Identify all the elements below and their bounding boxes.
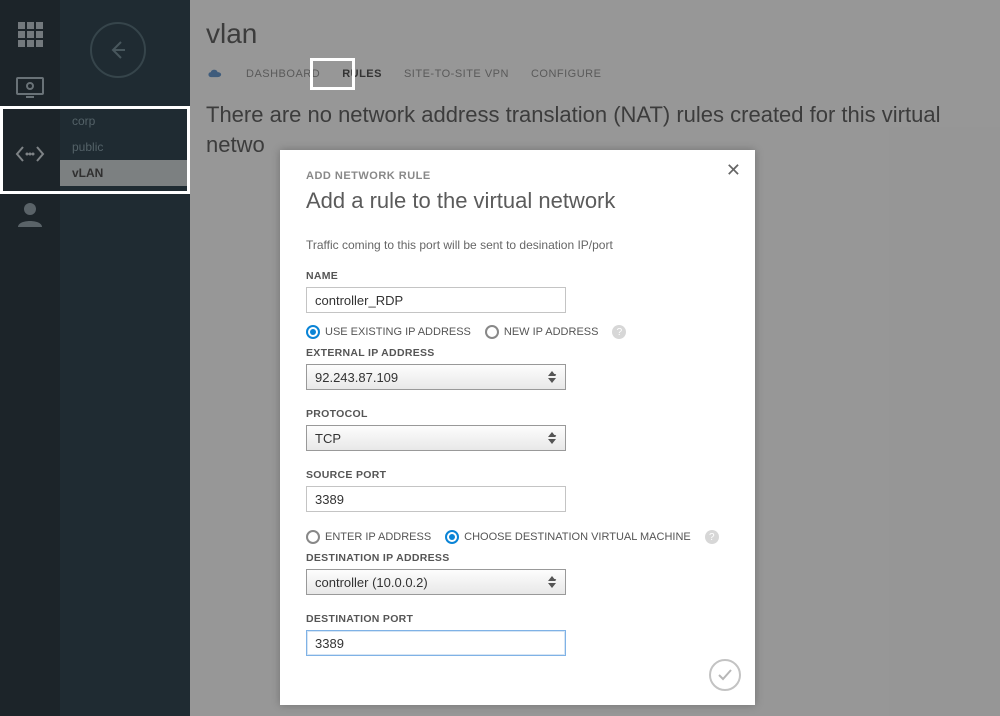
protocol-select[interactable]: TCP	[306, 425, 566, 451]
modal-description: Traffic coming to this port will be sent…	[306, 238, 729, 252]
radio-choose-vm[interactable]: CHOOSE DESTINATION VIRTUAL MACHINE	[445, 530, 691, 544]
external-ip-value: 92.243.87.109	[315, 370, 398, 385]
help-icon[interactable]: ?	[705, 530, 719, 544]
protocol-label: PROTOCOL	[306, 408, 729, 420]
external-ip-select[interactable]: 92.243.87.109	[306, 364, 566, 390]
modal-title: Add a rule to the virtual network	[306, 188, 729, 214]
destination-ip-label: DESTINATION IP ADDRESS	[306, 552, 729, 564]
name-label: NAME	[306, 270, 729, 282]
help-icon[interactable]: ?	[612, 325, 626, 339]
source-port-label: SOURCE PORT	[306, 469, 729, 481]
add-network-rule-modal: ✕ ADD NETWORK RULE Add a rule to the vir…	[280, 150, 755, 705]
radio-use-existing-ip-label: USE EXISTING IP ADDRESS	[325, 326, 471, 338]
name-input[interactable]	[306, 287, 566, 313]
source-port-input[interactable]	[306, 486, 566, 512]
protocol-value: TCP	[315, 431, 341, 446]
destination-ip-select[interactable]: controller (10.0.0.2)	[306, 569, 566, 595]
destination-port-label: DESTINATION PORT	[306, 613, 729, 625]
destination-ip-value: controller (10.0.0.2)	[315, 575, 428, 590]
radio-new-ip[interactable]: NEW IP ADDRESS	[485, 325, 599, 339]
modal-eyebrow: ADD NETWORK RULE	[306, 170, 729, 182]
close-icon[interactable]: ✕	[726, 160, 741, 181]
external-ip-label: EXTERNAL IP ADDRESS	[306, 347, 729, 359]
radio-enter-ip[interactable]: ENTER IP ADDRESS	[306, 530, 431, 544]
radio-enter-ip-label: ENTER IP ADDRESS	[325, 531, 431, 543]
confirm-button[interactable]	[709, 659, 741, 691]
radio-choose-vm-label: CHOOSE DESTINATION VIRTUAL MACHINE	[464, 531, 691, 543]
radio-new-ip-label: NEW IP ADDRESS	[504, 326, 599, 338]
radio-use-existing-ip[interactable]: USE EXISTING IP ADDRESS	[306, 325, 471, 339]
destination-port-input[interactable]	[306, 630, 566, 656]
